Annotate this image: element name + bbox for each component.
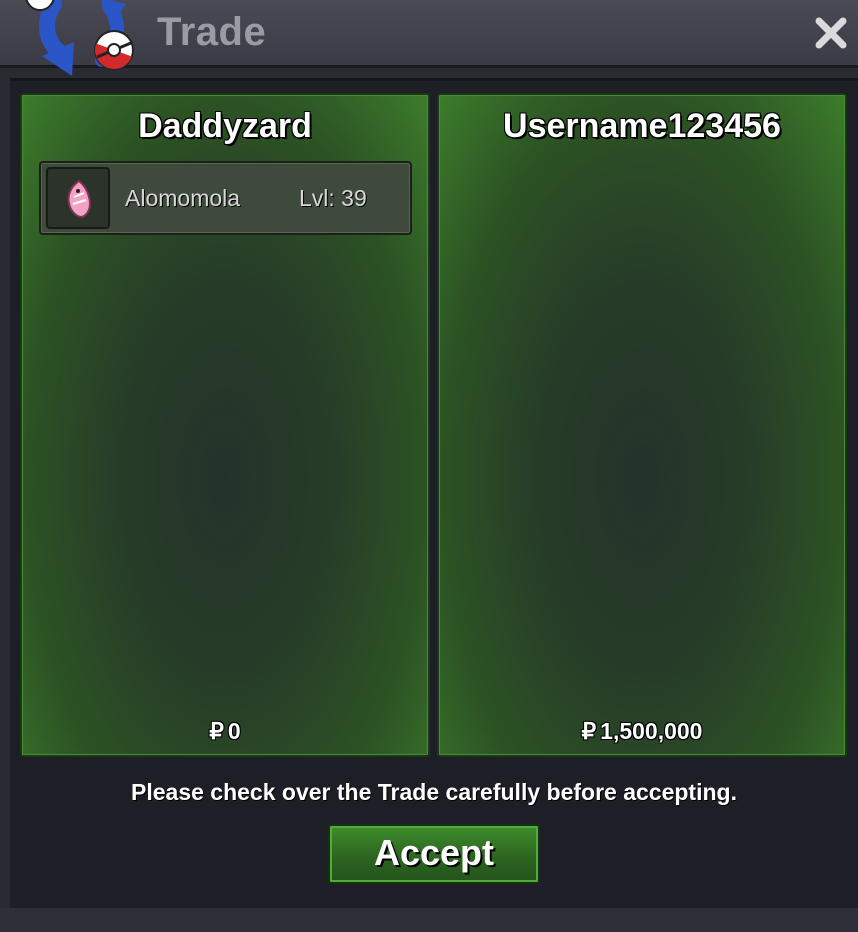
- right-player-name: Username123456: [503, 107, 781, 145]
- right-offer-panel: Username123456 ₽1,500,000: [437, 93, 847, 757]
- trade-swap-logo-icon: [25, 0, 134, 76]
- left-offer-panel: Daddyzard Alomomola Lvl: 39 ₽0: [20, 93, 430, 757]
- currency-icon: ₽: [581, 718, 597, 744]
- right-money-offer: ₽1,500,000: [439, 718, 845, 745]
- trade-content: Daddyzard Alomomola Lvl: 39 ₽0 Username1…: [10, 78, 858, 908]
- left-money-amount: 0: [227, 718, 241, 744]
- pokemon-name: Alomomola: [125, 185, 241, 211]
- window-title: Trade: [157, 10, 267, 54]
- trade-notice: Please check over the Trade carefully be…: [131, 779, 737, 805]
- left-player-name: Daddyzard: [138, 107, 312, 145]
- right-money-amount: 1,500,000: [600, 718, 703, 744]
- alomomola-sprite-icon: [67, 179, 92, 219]
- currency-icon: ₽: [209, 718, 224, 744]
- accept-button[interactable]: Accept: [328, 824, 540, 884]
- offered-pokemon-row[interactable]: Alomomola Lvl: 39: [39, 161, 412, 235]
- close-button[interactable]: [808, 10, 854, 56]
- pokemon-level: Lvl: 39: [299, 185, 367, 211]
- close-icon: [815, 17, 847, 49]
- pokemon-icon-slot: [46, 167, 110, 229]
- trade-window: Trade Daddyzard Alomomola Lvl: 39 ₽ 0 Us…: [0, 0, 858, 932]
- window-bottom-edge: [0, 908, 858, 932]
- left-money-offer: ₽0: [22, 718, 428, 745]
